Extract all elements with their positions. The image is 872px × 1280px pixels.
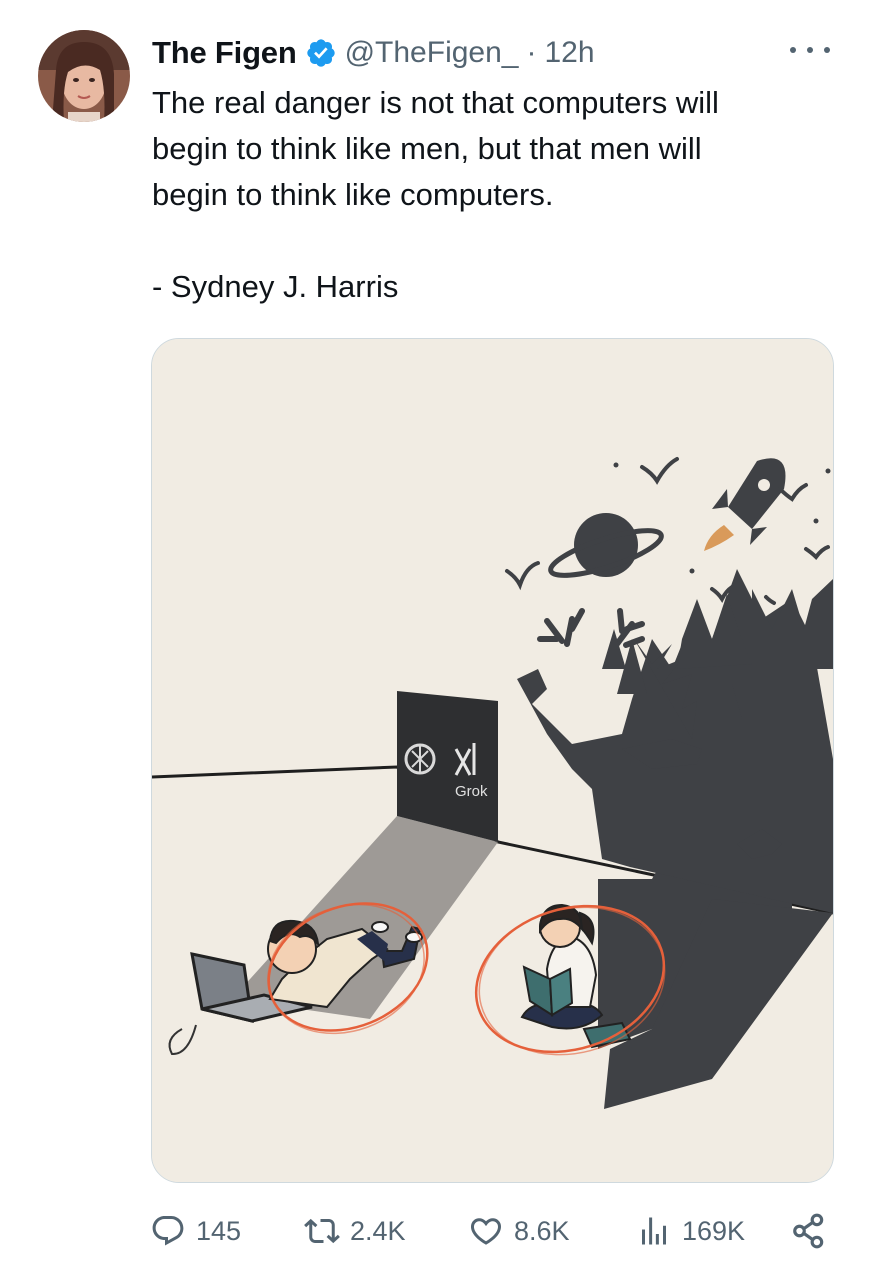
views-count: 169K bbox=[682, 1215, 746, 1246]
reply-icon bbox=[152, 1216, 184, 1246]
action-bar: 145 2.4K 8.6K 169K bbox=[150, 1206, 840, 1256]
tweet-header: The Figen @TheFigen_ · 12h bbox=[152, 30, 595, 76]
timestamp[interactable]: 12h bbox=[544, 36, 594, 70]
heart-icon bbox=[470, 1218, 502, 1245]
like-button[interactable]: 8.6K bbox=[468, 1206, 570, 1256]
author-name[interactable]: The Figen bbox=[152, 35, 297, 71]
share-icon bbox=[793, 1213, 824, 1249]
views-button[interactable]: 169K bbox=[636, 1206, 745, 1256]
door-label: Grok bbox=[455, 783, 488, 800]
reply-count: 145 bbox=[196, 1215, 242, 1246]
like-count: 8.6K bbox=[514, 1215, 570, 1246]
retweet-count: 2.4K bbox=[350, 1215, 406, 1246]
more-dots-icon[interactable] bbox=[790, 40, 830, 60]
views-bar-chart-icon bbox=[642, 1217, 666, 1245]
verified-badge-icon[interactable] bbox=[305, 37, 337, 69]
separator-dot: · bbox=[526, 36, 537, 69]
retweet-icon bbox=[304, 1218, 340, 1244]
reply-button[interactable]: 145 bbox=[150, 1206, 241, 1256]
avatar[interactable] bbox=[38, 30, 130, 122]
tweet-image[interactable]: Grok bbox=[151, 338, 834, 1183]
retweet-button[interactable]: 2.4K bbox=[304, 1206, 406, 1256]
quote-attribution: - Sydney J. Harris bbox=[152, 269, 399, 304]
share-button[interactable] bbox=[790, 1206, 828, 1256]
author-handle[interactable]: @TheFigen_ bbox=[345, 36, 519, 70]
door: Grok bbox=[397, 691, 498, 842]
tweet-text: The real danger is not that computers wi… bbox=[152, 85, 719, 212]
